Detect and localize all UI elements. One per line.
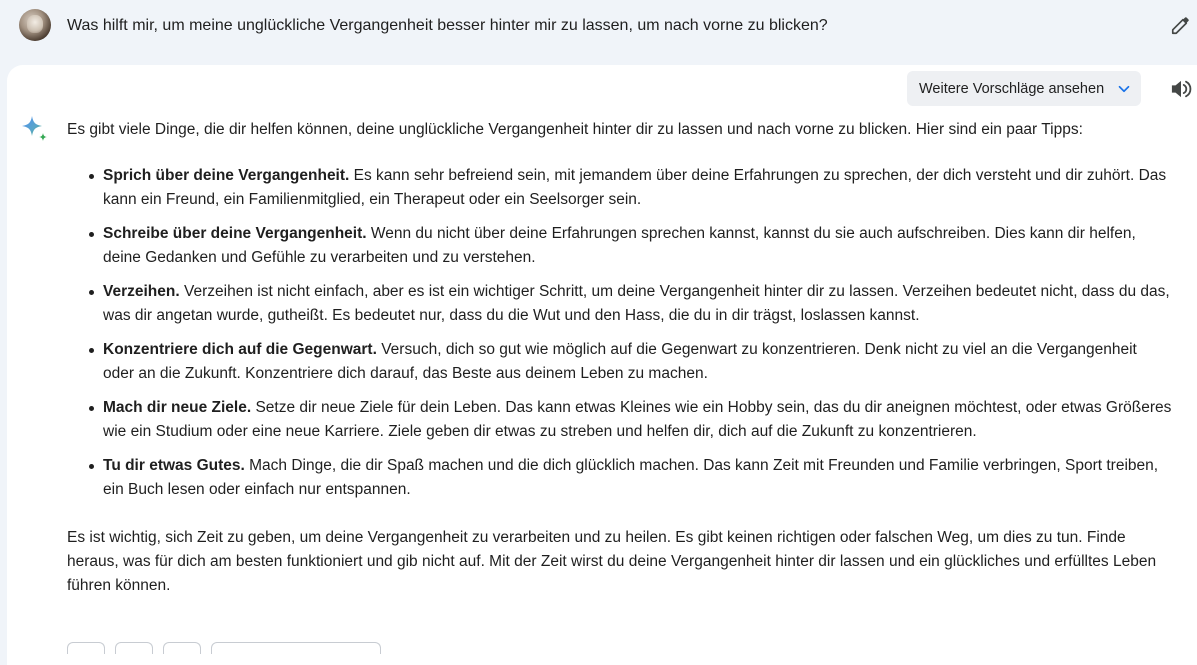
google-it-button[interactable] — [211, 642, 381, 654]
list-item: Schreibe über deine Vergangenheit. Wenn … — [67, 222, 1172, 270]
speaker-icon[interactable] — [1170, 79, 1192, 99]
thumbs-down-button[interactable] — [115, 642, 153, 654]
response-body: Es gibt viele Dinge, die dir helfen könn… — [67, 118, 1172, 598]
response-actions-bar — [67, 642, 387, 654]
list-item: Konzentriere dich auf die Gegenwart. Ver… — [67, 338, 1172, 386]
tip-title: Konzentriere dich auf die Gegenwart. — [103, 341, 377, 358]
list-item: Sprich über deine Vergangenheit. Es kann… — [67, 164, 1172, 212]
tip-title: Schreibe über deine Vergangenheit. — [103, 225, 367, 242]
chevron-down-icon — [1118, 85, 1130, 93]
user-avatar[interactable] — [19, 9, 51, 41]
thumbs-up-button[interactable] — [67, 642, 105, 654]
tip-title: Sprich über deine Vergangenheit. — [103, 167, 350, 184]
response-outro: Es ist wichtig, sich Zeit zu geben, um d… — [67, 529, 1157, 594]
user-prompt-row: Was hilft mir, um meine unglückliche Ver… — [0, 0, 1197, 52]
tip-title: Mach dir neue Ziele. — [103, 399, 252, 416]
tip-title: Tu dir etwas Gutes. — [103, 457, 245, 474]
user-prompt-text: Was hilft mir, um meine unglückliche Ver… — [67, 17, 828, 34]
tip-title: Verzeihen. — [103, 283, 180, 300]
tip-body: Setze dir neue Ziele für dein Leben. Das… — [103, 399, 1172, 440]
drafts-button-label: Weitere Vorschläge ansehen — [919, 80, 1105, 97]
list-item: Tu dir etwas Gutes. Mach Dinge, die dir … — [67, 454, 1172, 502]
sparkle-icon — [22, 116, 47, 141]
share-button[interactable] — [163, 642, 201, 654]
pencil-icon[interactable] — [1170, 14, 1192, 36]
tips-list: Sprich über deine Vergangenheit. Es kann… — [67, 164, 1172, 502]
view-other-drafts-button[interactable]: Weitere Vorschläge ansehen — [907, 71, 1141, 106]
tip-body: Mach Dinge, die dir Spaß machen und die … — [103, 457, 1159, 498]
list-item: Verzeihen. Verzeihen ist nicht einfach, … — [67, 280, 1172, 328]
list-item: Mach dir neue Ziele. Setze dir neue Ziel… — [67, 396, 1172, 444]
tip-body: Verzeihen ist nicht einfach, aber es ist… — [103, 283, 1170, 324]
response-intro: Es gibt viele Dinge, die dir helfen könn… — [67, 121, 1083, 138]
